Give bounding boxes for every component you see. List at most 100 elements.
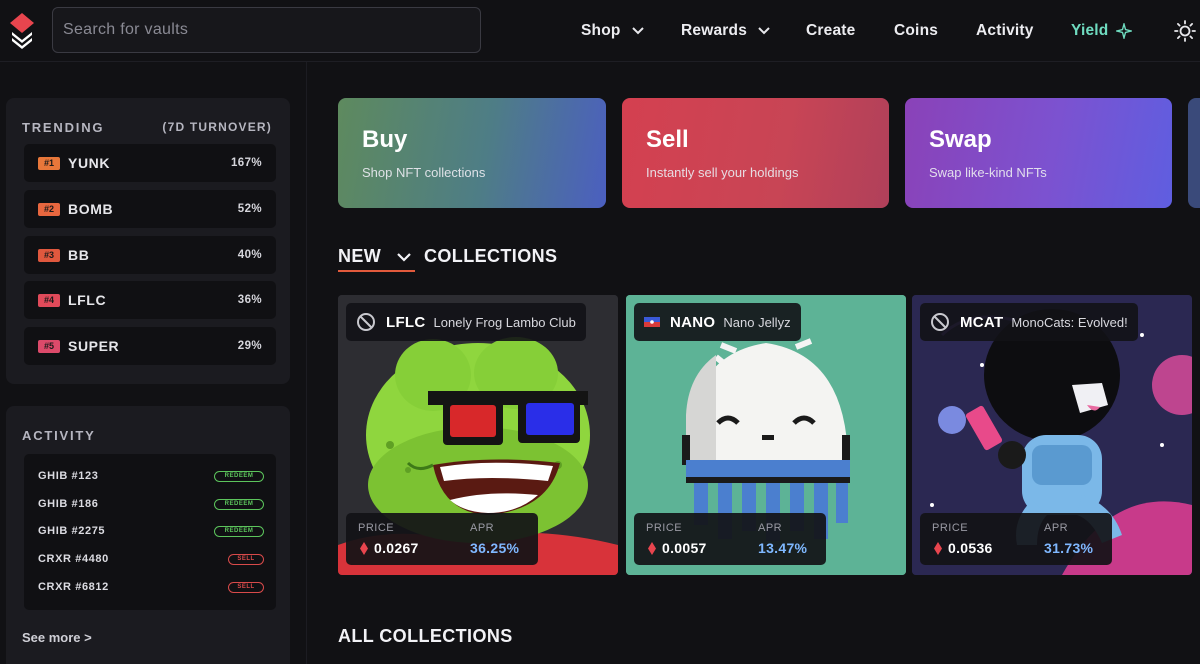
- apr-label: APR: [470, 522, 495, 534]
- apr-value: 13.47%: [758, 540, 808, 556]
- trending-item-bomb[interactable]: #2 BOMB 52%: [24, 190, 276, 228]
- trending-pct: 29%: [237, 340, 262, 352]
- collection-card-lflc[interactable]: LFLC Lonely Frog Lambo Club PRICE 0.0267…: [338, 295, 618, 575]
- rank-badge: #3: [38, 248, 60, 262]
- ban-icon: [931, 313, 949, 331]
- collections-heading: COLLECTIONS: [424, 246, 558, 266]
- activity-panel: ACTIVITY GHIB #123 REDEEM GHIB #186 REDE…: [6, 406, 290, 664]
- activity-item-name: CRXR #6812: [38, 581, 109, 593]
- trending-ticker: SUPER: [68, 338, 120, 354]
- trending-item-lflc[interactable]: #4 LFLC 36%: [24, 281, 276, 319]
- buy-card[interactable]: Buy Shop NFT collections: [338, 98, 606, 208]
- buy-card-title: Buy: [362, 126, 408, 153]
- apr-label: APR: [758, 522, 783, 534]
- collection-card-nano[interactable]: NANO Nano Jellyz PRICE 0.0057 APR 13.47%: [626, 295, 906, 575]
- new-filter-label: NEW: [338, 246, 382, 266]
- activity-title: ACTIVITY: [22, 428, 96, 443]
- activity-item[interactable]: CRXR #4480 SELL: [38, 549, 264, 569]
- activity-item[interactable]: CRXR #6812 SELL: [38, 577, 264, 597]
- trending-pct: 40%: [237, 249, 262, 261]
- stacked-diamond-logo[interactable]: [8, 12, 36, 50]
- collection-tag: MCAT MonoCats: Evolved!: [920, 303, 1138, 341]
- price-box: PRICE 0.0267 APR 36.25%: [346, 513, 538, 565]
- search-input[interactable]: [52, 7, 481, 53]
- sun-icon[interactable]: [1174, 20, 1196, 42]
- chevron-down-icon[interactable]: [396, 250, 412, 264]
- sell-badge: SELL: [228, 581, 264, 593]
- chevron-down-icon: [758, 27, 770, 35]
- activity-item-name: GHIB #2275: [38, 525, 106, 537]
- activity-item-name: GHIB #186: [38, 498, 99, 510]
- activity-item[interactable]: GHIB #186 REDEEM: [38, 494, 264, 514]
- trending-ticker: LFLC: [68, 292, 107, 308]
- price-box: PRICE 0.0536 APR 31.73%: [920, 513, 1112, 565]
- nav-yield-label: Yield: [1071, 22, 1109, 39]
- rank-badge: #2: [38, 202, 60, 216]
- trending-item-bb[interactable]: #3 BB 40%: [24, 236, 276, 274]
- nav-shop[interactable]: Shop: [581, 0, 645, 62]
- trending-ticker: YUNK: [68, 155, 111, 171]
- sidebar-divider: [306, 62, 307, 664]
- activity-list: GHIB #123 REDEEM GHIB #186 REDEEM GHIB #…: [24, 454, 276, 610]
- nav-yield[interactable]: Yield: [1071, 0, 1133, 62]
- trending-ticker: BOMB: [68, 201, 114, 217]
- nav-rewards-label: Rewards: [681, 22, 748, 39]
- sell-card-title: Sell: [646, 126, 689, 153]
- collection-name: Nano Jellyz: [723, 314, 791, 330]
- sell-card[interactable]: Sell Instantly sell your holdings: [622, 98, 889, 208]
- trending-ticker: BB: [68, 247, 90, 263]
- sell-card-subtitle: Instantly sell your holdings: [646, 165, 799, 180]
- activity-item[interactable]: GHIB #123 REDEEM: [38, 466, 264, 486]
- price-value: 0.0536: [948, 540, 993, 556]
- activity-item[interactable]: GHIB #2275 REDEEM: [38, 521, 264, 541]
- price-label: PRICE: [358, 522, 395, 534]
- collection-card-mcat[interactable]: MCAT MonoCats: Evolved! PRICE 0.0536 APR…: [912, 295, 1192, 575]
- flag-icon: [644, 317, 660, 327]
- trending-subtitle: (7D TURNOVER): [162, 120, 272, 134]
- redeem-badge: REDEEM: [214, 498, 264, 510]
- trending-item-super[interactable]: #5 SUPER 29%: [24, 327, 276, 365]
- nav-shop-label: Shop: [581, 22, 621, 39]
- trending-pct: 167%: [230, 157, 262, 169]
- rank-badge: #4: [38, 293, 60, 307]
- price-box: PRICE 0.0057 APR 13.47%: [634, 513, 826, 565]
- trending-pct: 52%: [237, 203, 262, 215]
- apr-value: 31.73%: [1044, 540, 1094, 556]
- new-filter-underline: [338, 270, 415, 272]
- nav-create-label: Create: [806, 22, 856, 39]
- nav-create[interactable]: Create: [806, 0, 855, 62]
- activity-item-name: GHIB #123: [38, 470, 99, 482]
- eth-icon: [934, 542, 942, 555]
- collection-name: Lonely Frog Lambo Club: [433, 314, 576, 330]
- nav-coins-label: Coins: [894, 22, 939, 39]
- see-more-link[interactable]: See more >: [22, 630, 92, 645]
- top-header: Shop Rewards Create Coins Activity Yield: [0, 0, 1200, 62]
- eth-icon: [648, 542, 656, 555]
- swap-card-subtitle: Swap like-kind NFTs: [929, 165, 1047, 180]
- trending-title: TRENDING: [22, 120, 105, 135]
- collection-ticker: NANO: [670, 313, 716, 331]
- apr-value: 36.25%: [470, 540, 520, 556]
- redeem-badge: REDEEM: [214, 525, 264, 537]
- activity-item-name: CRXR #4480: [38, 553, 109, 565]
- apr-label: APR: [1044, 522, 1069, 534]
- nav-coins[interactable]: Coins: [894, 0, 938, 62]
- price-value: 0.0057: [662, 540, 707, 556]
- trending-item-yunk[interactable]: #1 YUNK 167%: [24, 144, 276, 182]
- buy-card-subtitle: Shop NFT collections: [362, 165, 486, 180]
- collection-tag: NANO Nano Jellyz: [634, 303, 801, 341]
- next-card-peek[interactable]: [1188, 98, 1200, 208]
- trending-panel: TRENDING (7D TURNOVER) #1 YUNK 167% #2 B…: [6, 98, 290, 384]
- price-label: PRICE: [646, 522, 683, 534]
- trending-pct: 36%: [237, 294, 262, 306]
- sell-badge: SELL: [228, 553, 264, 565]
- new-filter-dropdown[interactable]: NEW: [338, 246, 381, 267]
- nav-activity[interactable]: Activity: [976, 0, 1034, 62]
- price-value: 0.0267: [374, 540, 419, 556]
- collection-ticker: LFLC: [386, 313, 426, 331]
- chevron-down-icon: [631, 27, 644, 35]
- ban-icon: [357, 313, 375, 331]
- nav-rewards[interactable]: Rewards: [681, 0, 771, 62]
- rank-badge: #1: [38, 156, 60, 170]
- swap-card[interactable]: Swap Swap like-kind NFTs: [905, 98, 1172, 208]
